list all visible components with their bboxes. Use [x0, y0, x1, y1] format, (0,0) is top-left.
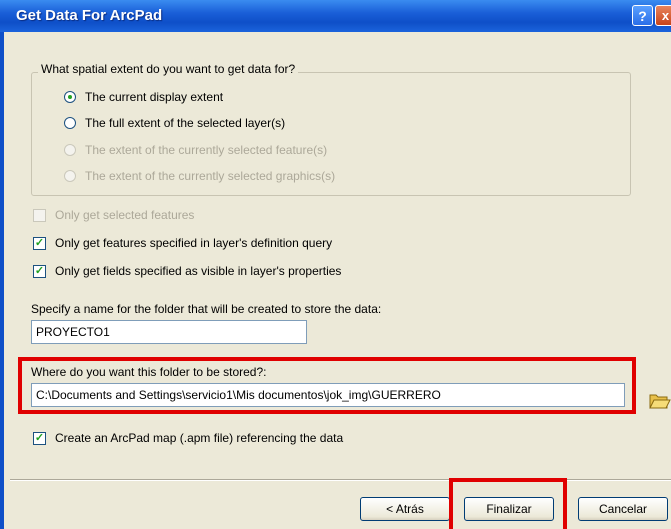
radio-full-extent-layers[interactable]: The full extent of the selected layer(s)	[64, 116, 285, 130]
folder-name-label: Specify a name for the folder that will …	[31, 302, 382, 316]
radio-selected-features-extent: The extent of the currently selected fea…	[64, 143, 327, 157]
radio-button-disabled	[64, 170, 76, 182]
checkbox-label: Create an ArcPad map (.apm file) referen…	[55, 431, 344, 445]
checkbox-only-selected-features: Only get selected features	[33, 208, 194, 222]
window-frame-left	[0, 32, 4, 529]
checkbox-definition-query[interactable]: ✓ Only get features specified in layer's…	[33, 236, 332, 250]
checkbox-label: Only get features specified in layer's d…	[55, 236, 333, 250]
title-bar: Get Data For ArcPad ? x	[0, 0, 671, 32]
back-button[interactable]: < Atrás	[360, 497, 450, 521]
checkbox-create-arcpad-map[interactable]: ✓ Create an ArcPad map (.apm file) refer…	[33, 431, 343, 445]
radio-button[interactable]	[64, 117, 76, 129]
radio-label: The extent of the currently selected fea…	[85, 143, 328, 157]
checkbox-disabled	[33, 208, 46, 222]
radio-label: The current display extent	[85, 90, 224, 104]
radio-button-selected[interactable]	[64, 91, 76, 103]
highlight-box-location	[18, 357, 636, 414]
open-folder-icon	[649, 394, 671, 409]
checkbox-checked[interactable]: ✓	[33, 264, 46, 278]
cancel-button[interactable]: Cancelar	[578, 497, 668, 521]
radio-label: The full extent of the selected layer(s)	[85, 116, 286, 130]
spatial-extent-legend: What spatial extent do you want to get d…	[38, 62, 299, 76]
radio-current-display-extent[interactable]: The current display extent	[64, 90, 223, 104]
button-divider	[10, 479, 671, 481]
radio-button-disabled	[64, 144, 76, 156]
help-button[interactable]: ?	[632, 5, 653, 26]
close-button[interactable]: x	[655, 5, 671, 26]
window-title: Get Data For ArcPad	[16, 7, 163, 24]
checkbox-label: Only get selected features	[55, 208, 195, 222]
highlight-box-finish	[449, 478, 567, 529]
checkbox-checked[interactable]: ✓	[33, 431, 46, 445]
checkbox-visible-fields[interactable]: ✓ Only get fields specified as visible i…	[33, 264, 341, 278]
folder-name-input[interactable]: PROYECTO1	[31, 320, 307, 344]
browse-folder-button[interactable]	[647, 388, 671, 412]
radio-label: The extent of the currently selected gra…	[85, 169, 336, 183]
radio-selected-graphics-extent: The extent of the currently selected gra…	[64, 169, 335, 183]
checkbox-checked[interactable]: ✓	[33, 236, 46, 250]
checkbox-label: Only get fields specified as visible in …	[55, 264, 342, 278]
